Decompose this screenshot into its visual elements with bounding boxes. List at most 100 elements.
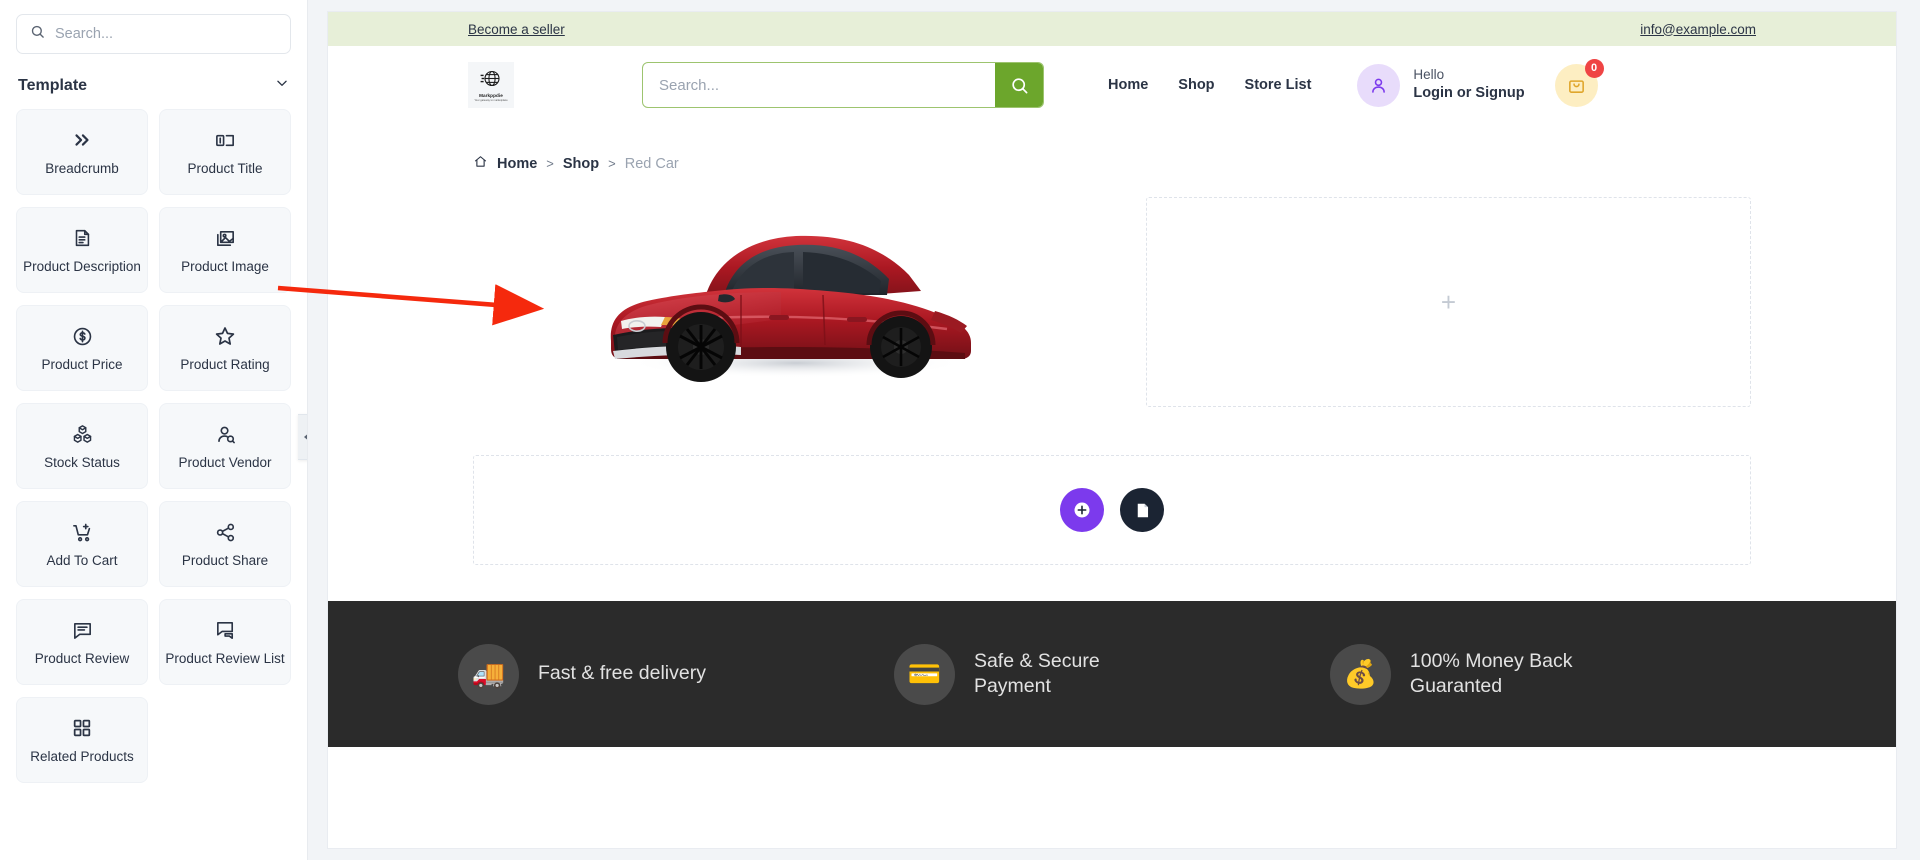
- storefront-search-input[interactable]: Search...: [643, 63, 995, 107]
- delivery-truck-icon: 🚚: [458, 643, 519, 705]
- search-icon: [1011, 77, 1027, 93]
- widget-label: Product Image: [181, 259, 269, 275]
- user-icon: [1372, 78, 1386, 93]
- widget-stock-status[interactable]: Stock Status: [16, 403, 148, 489]
- widget-label: Product Description: [23, 259, 141, 275]
- template-library-button[interactable]: [1120, 488, 1164, 532]
- add-widget-button[interactable]: [1060, 488, 1104, 532]
- feature-fast-delivery: 🚚 Fast & free delivery: [458, 643, 894, 705]
- logo-name: Markppdie: [479, 93, 503, 98]
- nav-item-store-list[interactable]: Store List: [1245, 77, 1312, 93]
- plus-icon: +: [1440, 287, 1457, 317]
- widget-label: Product Review: [34, 651, 130, 667]
- preview-canvas: Become a seller info@example.com Markppd…: [308, 0, 1920, 860]
- document-text-icon: [71, 226, 93, 250]
- home-icon: [473, 154, 488, 173]
- account-area[interactable]: Hello Login or Signup: [1357, 63, 1525, 107]
- product-row: +: [328, 173, 1896, 407]
- page-builder-app: Search... Template Breadcrumb Product Ti…: [0, 0, 1920, 860]
- image-icon: [214, 226, 237, 250]
- share-icon: [214, 520, 237, 544]
- widget-label: Product Rating: [180, 357, 270, 373]
- features-footer: 🚚 Fast & free delivery 💳 Safe & Secure P…: [328, 601, 1896, 747]
- boxes-icon: [71, 422, 94, 446]
- breadcrumb-separator: >: [608, 156, 616, 171]
- widget-breadcrumb[interactable]: Breadcrumb: [16, 109, 148, 195]
- section-title: Template: [18, 76, 88, 94]
- account-greeting: Hello: [1413, 67, 1445, 83]
- nav-item-home[interactable]: Home: [1108, 77, 1148, 93]
- globe-cart-icon: [480, 70, 500, 87]
- product-image-red-car: [610, 235, 971, 382]
- announcement-bar: Become a seller info@example.com: [328, 12, 1896, 46]
- widget-label: Product Review List: [165, 651, 285, 667]
- widget-label: Stock Status: [44, 455, 120, 471]
- widget-label: Product Title: [187, 161, 263, 177]
- comments-icon: [214, 618, 237, 642]
- widget-add-to-cart[interactable]: Add To Cart: [16, 501, 148, 587]
- widget-product-title[interactable]: Product Title: [159, 109, 291, 195]
- product-image-widget[interactable]: [473, 197, 1113, 407]
- widget-label: Related Products: [30, 749, 134, 765]
- feature-money-back: 💰 100% Money Back Guaranted: [1329, 643, 1766, 705]
- avatar: [1357, 63, 1401, 107]
- contact-email-link[interactable]: info@example.com: [1640, 22, 1756, 37]
- site-header: Markppdie Your gateway to marketplace Se…: [328, 46, 1896, 124]
- widget-product-description[interactable]: Product Description: [16, 207, 148, 293]
- widgets-sidebar: Search... Template Breadcrumb Product Ti…: [0, 0, 308, 860]
- widget-related-products[interactable]: Related Products: [16, 697, 148, 783]
- login-signup-link[interactable]: Login or Signup: [1413, 84, 1524, 104]
- widget-grid: Breadcrumb Product Title Product Descrip…: [16, 109, 291, 783]
- breadcrumb-separator: >: [546, 156, 554, 171]
- widget-product-rating[interactable]: Product Rating: [159, 305, 291, 391]
- title-block-icon: [214, 128, 237, 152]
- widget-label: Product Vendor: [178, 455, 272, 471]
- widget-product-vendor[interactable]: Product Vendor: [159, 403, 291, 489]
- grid-icon: [71, 716, 93, 740]
- dollar-circle-icon: [71, 324, 94, 348]
- main-nav: Home Shop Store List: [1108, 77, 1311, 93]
- feature-text: Safe & Secure Payment: [973, 649, 1100, 697]
- star-icon: [213, 324, 237, 348]
- shopping-bag-icon: [1568, 79, 1584, 93]
- become-a-seller-link[interactable]: Become a seller: [468, 22, 565, 37]
- widget-product-image[interactable]: Product Image: [159, 207, 291, 293]
- right-column-dropzone[interactable]: +: [1146, 197, 1751, 407]
- money-coin-icon: 💰: [1329, 643, 1391, 705]
- widget-product-review[interactable]: Product Review: [16, 599, 148, 685]
- sidebar-collapse-toggle[interactable]: [298, 414, 307, 460]
- widget-product-review-list[interactable]: Product Review List: [159, 599, 291, 685]
- chevron-down-icon[interactable]: [275, 76, 289, 95]
- plus-circle-icon: [1074, 502, 1090, 518]
- storefront-page: Become a seller info@example.com Markppd…: [328, 12, 1896, 848]
- document-icon: [1137, 503, 1148, 517]
- comment-lines-icon: [71, 618, 94, 642]
- bottom-dropzone[interactable]: [473, 455, 1751, 565]
- logo-tagline: Your gateway to marketplace: [474, 99, 508, 102]
- widget-product-price[interactable]: Product Price: [16, 305, 148, 391]
- sidebar-search[interactable]: Search...: [16, 14, 291, 54]
- feature-text: 100% Money Back Guaranted: [1409, 649, 1573, 697]
- breadcrumb-current: Red Car: [624, 155, 679, 172]
- double-chevron-right-icon: [71, 128, 93, 152]
- template-section-header[interactable]: Template: [16, 76, 291, 95]
- breadcrumb-item-shop[interactable]: Shop: [563, 156, 599, 172]
- user-tag-icon: [214, 422, 237, 446]
- storefront-search[interactable]: Search...: [642, 62, 1044, 108]
- sidebar-search-placeholder: Search...: [55, 26, 114, 42]
- site-logo[interactable]: Markppdie Your gateway to marketplace: [468, 62, 514, 108]
- storefront-search-button[interactable]: [995, 63, 1043, 107]
- nav-item-shop[interactable]: Shop: [1178, 77, 1214, 93]
- widget-label: Product Price: [41, 357, 123, 373]
- widget-label: Add To Cart: [46, 553, 118, 569]
- feature-text: Fast & free delivery: [538, 662, 706, 685]
- widget-label: Product Share: [181, 553, 269, 569]
- cart-count-badge: 0: [1584, 58, 1604, 78]
- search-icon: [30, 24, 45, 44]
- credit-card-lock-icon: 💳: [893, 643, 955, 705]
- cart-plus-icon: [71, 520, 94, 544]
- cart-button[interactable]: 0: [1554, 58, 1604, 107]
- breadcrumb-item-home[interactable]: Home: [497, 156, 537, 172]
- widget-product-share[interactable]: Product Share: [159, 501, 291, 587]
- feature-secure-payment: 💳 Safe & Secure Payment: [893, 643, 1330, 705]
